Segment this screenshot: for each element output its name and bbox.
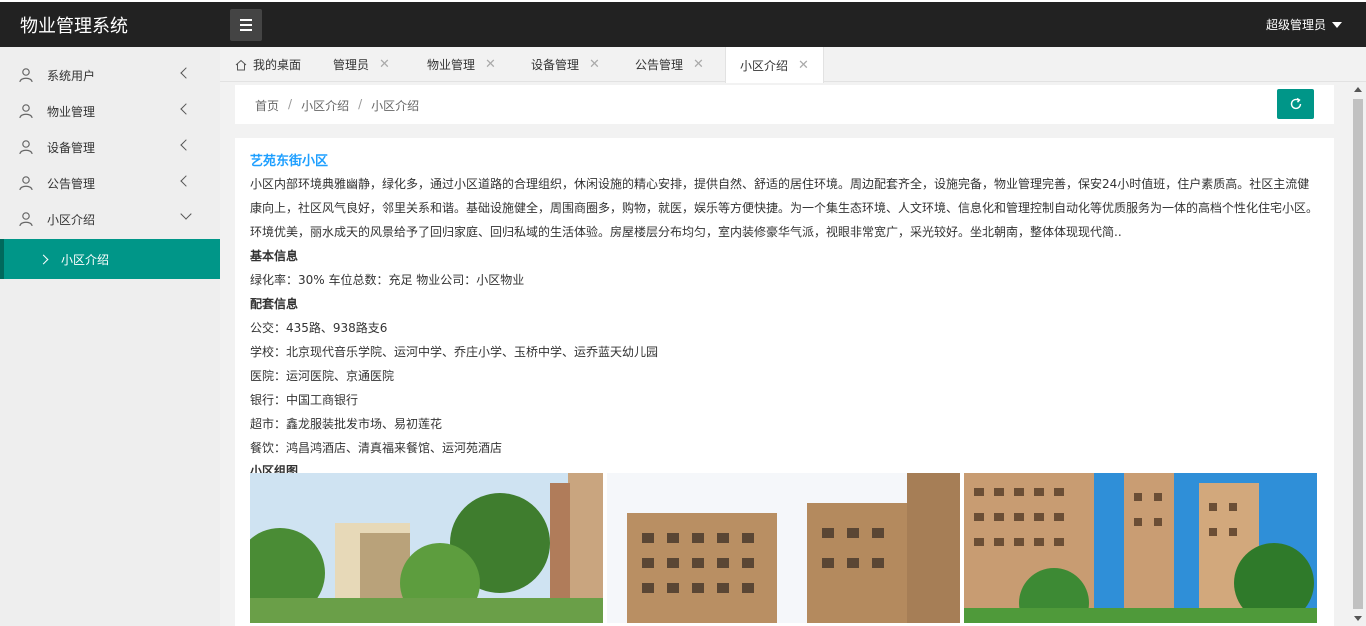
tab-community[interactable]: 小区介绍 ✕: [725, 47, 824, 83]
sidebar-item-label: 小区介绍: [47, 212, 96, 227]
chevron-left-icon: [180, 103, 192, 115]
sidebar-item-notices[interactable]: 公告管理: [0, 165, 220, 201]
community-photo-1: [250, 473, 603, 623]
sidebar-item-equipment[interactable]: 设备管理: [0, 129, 220, 165]
user-icon: [19, 176, 33, 191]
refresh-button[interactable]: [1277, 89, 1314, 119]
chevron-right-icon: [38, 254, 49, 264]
community-title: 艺苑东街小区: [250, 154, 329, 169]
breadcrumb: 首页 / 小区介绍 / 小区介绍: [255, 97, 420, 114]
chevron-left-icon: [180, 139, 192, 151]
breadcrumb-home[interactable]: 首页: [255, 97, 279, 114]
tab-desktop[interactable]: 我的桌面: [235, 47, 301, 82]
facility-heading: 配套信息: [250, 297, 299, 311]
refresh-icon: [1290, 97, 1301, 110]
close-icon[interactable]: ✕: [798, 58, 809, 73]
community-intro: 小区内部环境典雅幽静，绿化多，通过小区道路的合理组织，休闲设施的精心安排，提供自…: [250, 177, 1319, 239]
facility-market: 超市：鑫龙服装批发市场、易初莲花: [250, 417, 443, 431]
photo-gallery: [250, 473, 1319, 623]
user-menu[interactable]: 超级管理员: [1266, 16, 1342, 33]
scroll-down-icon[interactable]: [1354, 616, 1362, 621]
sidebar: 系统用户 物业管理 设备管理 公告管理 小区介绍 小区介绍: [0, 47, 220, 626]
main-content: 首页 / 小区介绍 / 小区介绍 艺苑东街小区 小区内部环境典雅幽静，绿化多，通…: [220, 82, 1350, 626]
tab-admin[interactable]: 管理员 ✕: [333, 47, 390, 82]
menu-toggle-button[interactable]: [230, 9, 262, 41]
chevron-down-icon: [180, 208, 192, 220]
facility-hospital: 医院：运河医院、京通医院: [250, 369, 395, 383]
community-photo-2: [607, 473, 960, 623]
user-icon: [19, 140, 33, 155]
basic-info-heading: 基本信息: [250, 249, 299, 263]
sidebar-item-system-users[interactable]: 系统用户: [0, 57, 220, 93]
facility-bus: 公交：435路、938路支6: [250, 321, 388, 335]
hamburger-icon: [240, 19, 252, 21]
user-icon: [19, 212, 33, 227]
close-icon[interactable]: ✕: [379, 57, 390, 72]
tab-notices[interactable]: 公告管理 ✕: [635, 47, 704, 82]
facility-dining: 餐饮：鸿昌鸿酒店、清真福来餐馆、运河苑酒店: [250, 441, 503, 455]
sidebar-subitem-label: 小区介绍: [61, 252, 110, 267]
sidebar-subitem-community-intro[interactable]: 小区介绍: [0, 239, 220, 279]
facility-school: 学校：北京现代音乐学院、运河中学、乔庄小学、玉桥中学、运乔蓝天幼儿园: [250, 345, 659, 359]
chevron-left-icon: [180, 175, 192, 187]
page-scrollbar[interactable]: [1350, 82, 1366, 626]
breadcrumb-bar: 首页 / 小区介绍 / 小区介绍: [235, 85, 1334, 124]
tab-property[interactable]: 物业管理 ✕: [427, 47, 496, 82]
community-photo-3: [964, 473, 1317, 623]
chevron-left-icon: [180, 67, 192, 79]
user-icon: [19, 68, 33, 83]
sidebar-item-label: 物业管理: [47, 104, 96, 119]
user-icon: [19, 104, 33, 119]
sidebar-item-label: 公告管理: [47, 176, 96, 191]
scrollbar-thumb[interactable]: [1353, 99, 1363, 609]
sidebar-item-label: 系统用户: [47, 68, 96, 83]
close-icon[interactable]: ✕: [693, 57, 704, 72]
scroll-up-icon[interactable]: [1354, 87, 1362, 92]
user-name: 超级管理员: [1265, 18, 1326, 32]
basic-info: 绿化率：30% 车位总数：充足 物业公司：小区物业: [250, 273, 525, 287]
top-header: 物业管理系统 超级管理员: [0, 0, 1366, 47]
tab-bar: 我的桌面 管理员 ✕ 物业管理 ✕ 设备管理 ✕ 公告管理 ✕ 小区介绍 ✕: [220, 47, 1366, 83]
app-title: 物业管理系统: [20, 16, 128, 37]
caret-down-icon: [1332, 21, 1342, 28]
close-icon[interactable]: ✕: [485, 57, 496, 72]
sidebar-item-property[interactable]: 物业管理: [0, 93, 220, 129]
sidebar-item-community[interactable]: 小区介绍: [0, 201, 220, 237]
community-card: 艺苑东街小区 小区内部环境典雅幽静，绿化多，通过小区道路的合理组织，休闲设施的精…: [235, 138, 1334, 626]
breadcrumb-item[interactable]: 小区介绍: [301, 97, 349, 114]
facility-bank: 银行：中国工商银行: [250, 393, 359, 407]
gallery-heading: 小区组图: [250, 464, 299, 478]
home-icon: [235, 59, 247, 70]
close-icon[interactable]: ✕: [589, 57, 600, 72]
sidebar-item-label: 设备管理: [47, 140, 96, 155]
breadcrumb-current: 小区介绍: [371, 99, 420, 113]
tab-equipment[interactable]: 设备管理 ✕: [531, 47, 600, 82]
